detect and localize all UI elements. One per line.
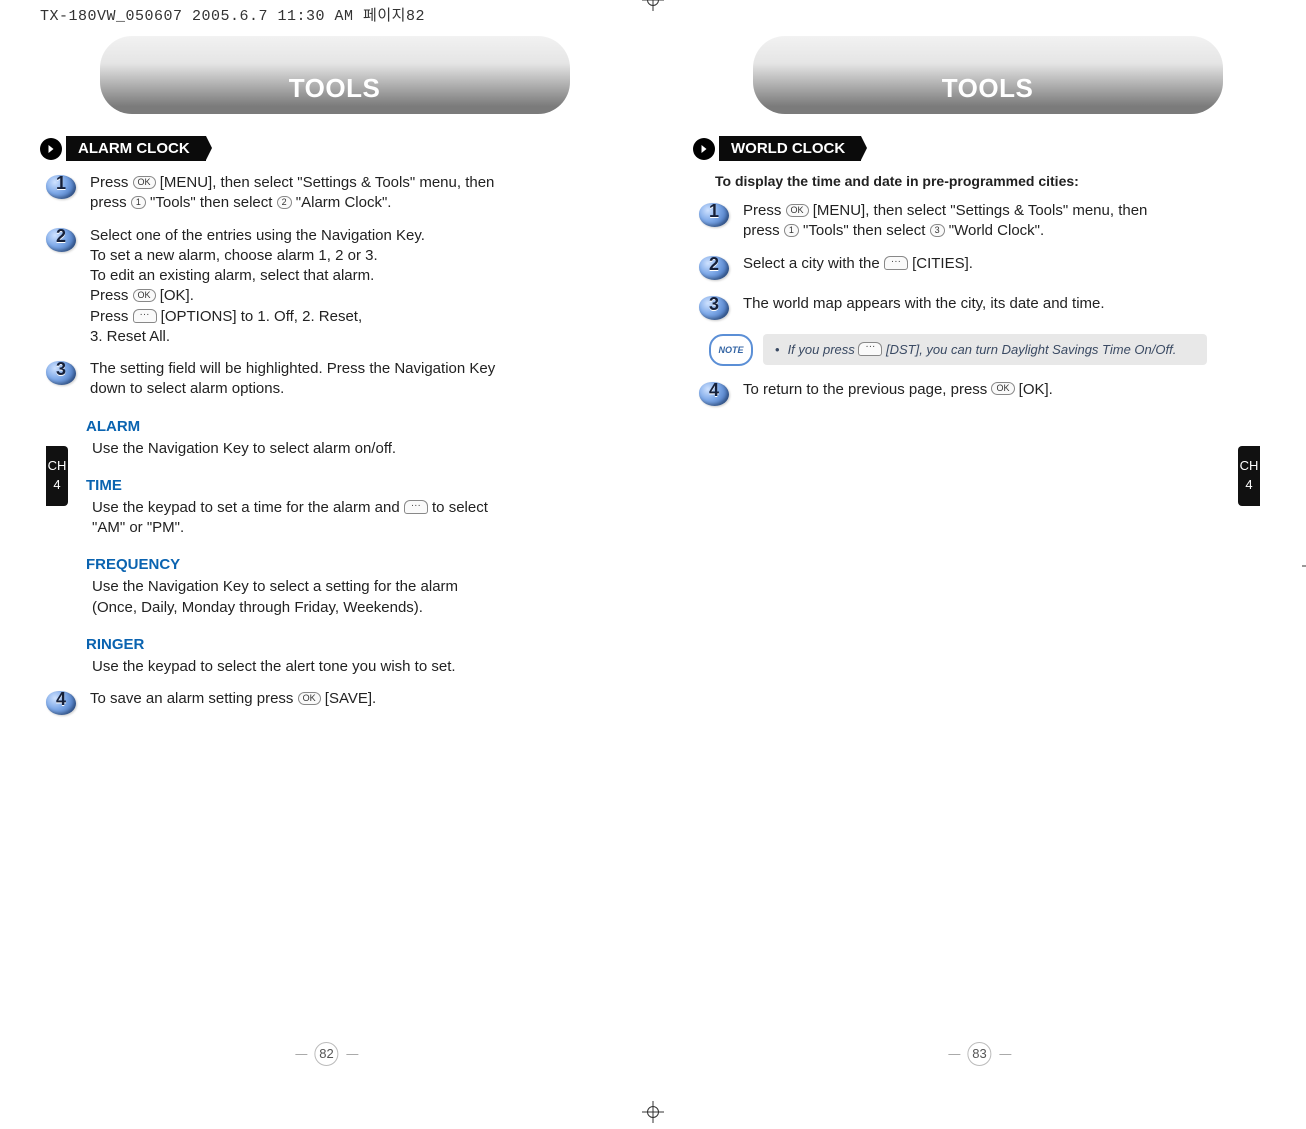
- ok-key-icon: OK: [786, 204, 809, 217]
- subsection-body: Use the Navigation Key to select alarm o…: [92, 439, 492, 459]
- subsection-title: RINGER: [86, 636, 613, 653]
- step-number-badge: 2: [46, 226, 80, 254]
- chapter-tab-number: 4: [1245, 477, 1252, 492]
- step-text: Select one of the entries using the Navi…: [90, 226, 425, 348]
- softkey-icon: [884, 256, 908, 270]
- chapter-tab-letters: CH: [48, 460, 67, 472]
- page-right: CH 4 TOOLS WORLD CLOCK To display the ti…: [653, 36, 1306, 1096]
- subsection-title: FREQUENCY: [86, 556, 613, 573]
- subsection-title: TIME: [86, 477, 613, 494]
- chapter-tab-number: 4: [53, 477, 60, 492]
- step-text: The world map appears with the city, its…: [743, 294, 1105, 314]
- numkey-1-icon: 1: [131, 196, 146, 209]
- note-badge-icon: NOTE: [709, 334, 753, 366]
- chapter-tab-letters: CH: [1240, 460, 1259, 472]
- numkey-2-icon: 2: [277, 196, 292, 209]
- numkey-3-icon: 3: [930, 224, 945, 237]
- step-1: 1Press OK [MENU], then select "Settings …: [699, 201, 1266, 242]
- step-text: Select a city with the [CITIES].: [743, 254, 973, 274]
- page-title-left: TOOLS: [100, 36, 570, 114]
- section-title-alarm-clock: ALARM CLOCK: [66, 136, 206, 161]
- ok-key-icon: OK: [298, 692, 321, 705]
- step-4: 4 To save an alarm setting press OK [SAVE…: [46, 689, 613, 717]
- chapter-tab-left: CH 4: [46, 446, 68, 506]
- step-text: To return to the previous page, press OK…: [743, 380, 1053, 400]
- registration-mark-bottom: [642, 1101, 664, 1123]
- step-number-badge: 4: [46, 689, 80, 717]
- step-text: Press OK [MENU], then select "Settings &…: [743, 201, 1163, 242]
- ok-key-icon: OK: [133, 289, 156, 302]
- step-number-badge: 3: [46, 359, 80, 387]
- softkey-icon: [404, 500, 428, 514]
- page-number-right: 83: [944, 1042, 1015, 1066]
- softkey-icon: [133, 309, 157, 323]
- print-job-header: TX-180VW_050607 2005.6.7 11:30 AM 페이지82: [40, 4, 425, 25]
- step-number-badge: 3: [699, 294, 733, 322]
- play-bullet-icon: [40, 138, 62, 160]
- step-text: Press OK [MENU], then select "Settings &…: [90, 173, 510, 214]
- ok-key-icon: OK: [133, 176, 156, 189]
- step-number-badge: 4: [699, 380, 733, 408]
- section-title-world-clock: WORLD CLOCK: [719, 136, 861, 161]
- page-title-right: TOOLS: [753, 36, 1223, 114]
- step-2: 2 Select one of the entries using the Nav…: [46, 226, 613, 348]
- play-bullet-icon: [693, 138, 715, 160]
- page-spread: CH 4 TOOLS ALARM CLOCK 1Press OK [MENU],…: [0, 36, 1306, 1096]
- chapter-tab-right: CH 4: [1238, 446, 1260, 506]
- step-3: 3 The world map appears with the city, it…: [699, 294, 1266, 322]
- page-left: CH 4 TOOLS ALARM CLOCK 1Press OK [MENU],…: [0, 36, 653, 1096]
- numkey-1-icon: 1: [784, 224, 799, 237]
- subsection-title: ALARM: [86, 418, 613, 435]
- step-2: 2 Select a city with the [CITIES].: [699, 254, 1266, 282]
- registration-mark-right: [1302, 555, 1306, 577]
- ok-key-icon: OK: [991, 382, 1014, 395]
- subsection-body: Use the keypad to set a time for the ala…: [92, 498, 492, 539]
- softkey-icon: [858, 342, 882, 356]
- step-text: To save an alarm setting press OK [SAVE]…: [90, 689, 376, 709]
- step-number-badge: 1: [46, 173, 80, 201]
- note: NOTE If you press [DST], you can turn Day…: [709, 334, 1266, 366]
- subsection-body: Use the keypad to select the alert tone …: [92, 657, 492, 677]
- subsection-body: Use the Navigation Key to select a setti…: [92, 577, 492, 618]
- note-body: If you press [DST], you can turn Dayligh…: [763, 334, 1207, 366]
- step-3: 3 The setting field will be highlighted. …: [46, 359, 613, 400]
- step-number-badge: 2: [699, 254, 733, 282]
- registration-mark-top: [642, 0, 664, 11]
- step-4: 4 To return to the previous page, press O…: [699, 380, 1266, 408]
- section-head-world-clock: WORLD CLOCK: [693, 136, 1266, 161]
- page-number-left: 82: [291, 1042, 362, 1066]
- step-number-badge: 1: [699, 201, 733, 229]
- step-text: The setting field will be highlighted. P…: [90, 359, 510, 400]
- section-head-alarm-clock: ALARM CLOCK: [40, 136, 613, 161]
- step-1: 1Press OK [MENU], then select "Settings …: [46, 173, 613, 214]
- intro-line: To display the time and date in pre-prog…: [715, 173, 1266, 189]
